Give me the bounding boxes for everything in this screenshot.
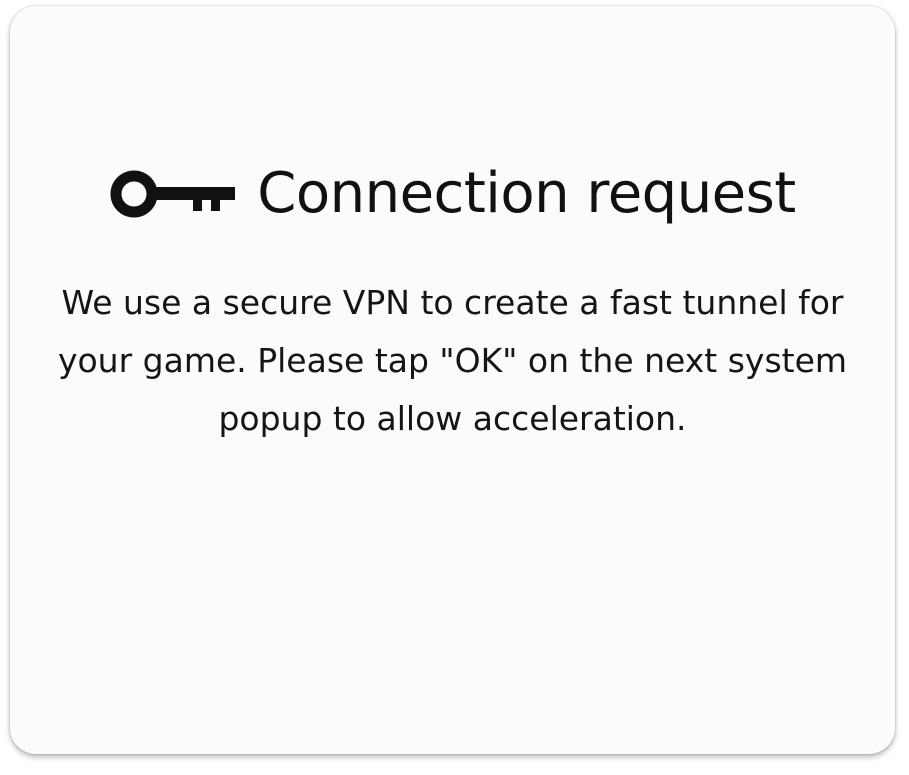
key-icon xyxy=(109,169,236,219)
connection-request-dialog: Connection request We use a secure VPN t… xyxy=(10,6,895,754)
dialog-message: We use a secure VPN to create a fast tun… xyxy=(57,283,848,438)
dialog-title: Connection request xyxy=(257,160,796,226)
dialog-header: Connection request xyxy=(10,156,895,231)
